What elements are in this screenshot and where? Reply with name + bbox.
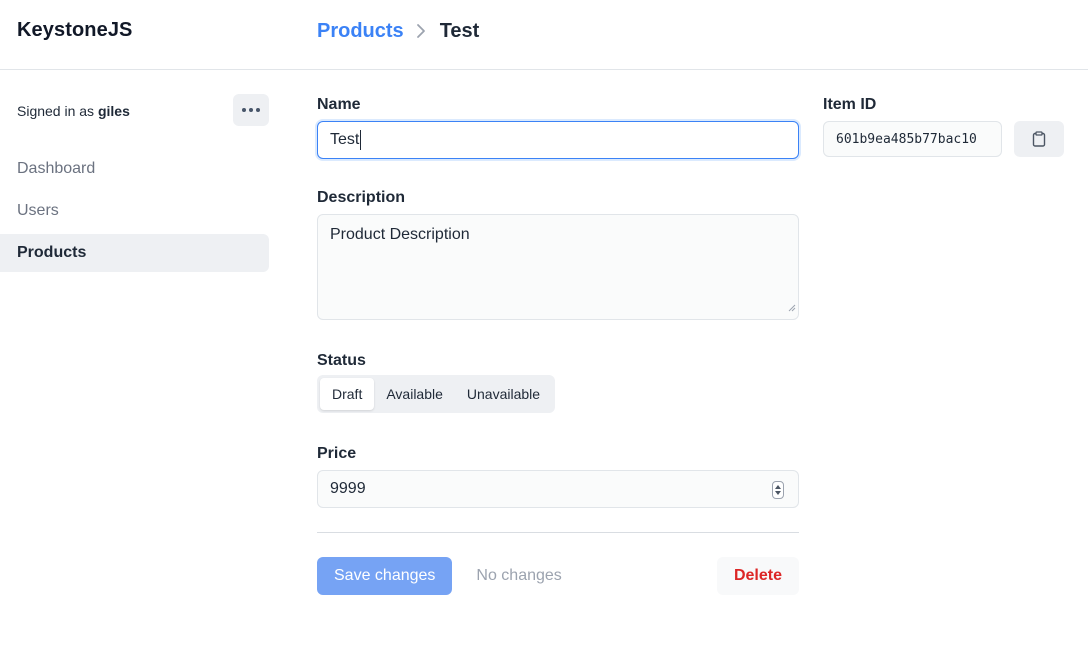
item-id-label: Item ID	[823, 96, 877, 113]
sidebar-item-products[interactable]: Products	[0, 234, 269, 272]
sidebar: Signed in as giles Dashboard Users Produ…	[0, 70, 270, 665]
breadcrumb: Products Test	[317, 19, 479, 43]
breadcrumb-products-link[interactable]: Products	[317, 20, 404, 43]
text-caret	[360, 130, 362, 150]
resize-grip-icon[interactable]	[788, 299, 796, 317]
number-stepper-icon[interactable]	[772, 481, 784, 499]
price-field[interactable]: 9999	[317, 470, 799, 508]
save-button[interactable]: Save changes	[317, 557, 453, 595]
sidebar-nav: Dashboard Users Products	[0, 150, 269, 276]
description-field[interactable]: Product Description	[317, 214, 799, 320]
item-form: Name Test Description Product Descriptio…	[317, 96, 799, 595]
signed-in-text: Signed in as giles	[17, 103, 130, 119]
status-option-available[interactable]: Available	[374, 378, 455, 410]
copy-item-id-button[interactable]	[1014, 121, 1064, 157]
description-field-value: Product Description	[330, 226, 470, 243]
status-option-draft[interactable]: Draft	[320, 378, 375, 410]
user-menu-button[interactable]	[233, 94, 269, 126]
form-actions: Save changes No changes Delete	[317, 557, 799, 595]
price-field-value: 9999	[330, 480, 366, 497]
breadcrumb-current: Test	[439, 19, 480, 42]
name-field-value: Test	[330, 131, 360, 148]
name-label: Name	[317, 96, 361, 113]
top-header: KeystoneJS Products Test	[0, 0, 1088, 70]
price-label: Price	[317, 445, 357, 462]
app-logo[interactable]: KeystoneJS	[17, 19, 133, 42]
name-field[interactable]: Test	[317, 121, 799, 159]
status-label: Status	[317, 352, 366, 369]
status-option-unavailable[interactable]: Unavailable	[455, 378, 552, 410]
signed-in-prefix: Signed in as	[17, 103, 95, 119]
no-changes-text: No changes	[476, 567, 562, 584]
more-horizontal-icon	[242, 108, 260, 112]
signed-in-username: giles	[97, 103, 130, 119]
item-id-field[interactable]: 601b9ea485b77bac10	[823, 121, 1002, 157]
delete-button[interactable]: Delete	[716, 557, 799, 595]
sidebar-item-users[interactable]: Users	[0, 192, 269, 230]
clipboard-icon	[1032, 131, 1046, 147]
form-divider	[317, 532, 799, 533]
sidebar-item-dashboard[interactable]: Dashboard	[0, 150, 269, 188]
chevron-right-icon	[416, 23, 426, 39]
status-segmented-control: Draft Available Unavailable	[317, 375, 556, 413]
description-label: Description	[317, 189, 406, 206]
